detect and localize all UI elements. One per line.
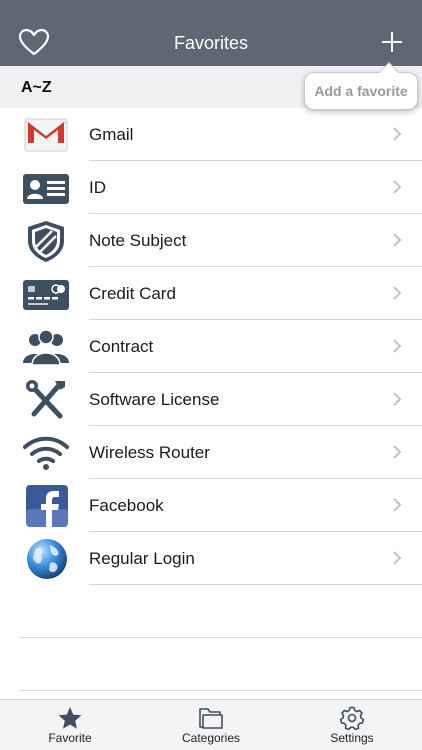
tooltip-text: Add a favorite — [314, 83, 408, 99]
list-item-wireless-router[interactable]: Wireless Router — [0, 426, 422, 479]
chevron-right-icon — [392, 497, 402, 513]
navigation-bar: Favorites — [0, 0, 422, 66]
section-label: A~Z — [21, 79, 52, 96]
tab-label: Settings — [330, 731, 374, 745]
empty-row-divider — [20, 690, 422, 691]
people-icon — [22, 325, 70, 369]
list-item-label: Contract — [89, 337, 154, 356]
id-card-icon — [22, 166, 70, 210]
wifi-icon — [22, 431, 70, 475]
tab-favorite[interactable]: Favorite — [0, 700, 140, 750]
tab-label: Categories — [181, 731, 241, 745]
list-item-label: Regular Login — [89, 549, 195, 568]
shield-icon — [22, 219, 70, 263]
chevron-right-icon — [392, 338, 402, 354]
list-item-label: Wireless Router — [89, 443, 210, 462]
plus-icon[interactable] — [378, 28, 406, 56]
list-item-id[interactable]: ID — [0, 161, 422, 214]
list-item-label: ID — [89, 178, 106, 197]
list-item-gmail[interactable]: Gmail — [0, 108, 422, 161]
list-item-label: Facebook — [89, 496, 164, 515]
list-item-software-license[interactable]: Software License — [0, 373, 422, 426]
chevron-right-icon — [392, 391, 402, 407]
gmail-icon — [22, 113, 70, 157]
tab-categories[interactable]: Categories — [141, 700, 281, 750]
row-divider — [89, 584, 422, 585]
favorites-list: Gmail ID Note Subject Credit Card Contra… — [0, 108, 422, 585]
globe-icon — [22, 537, 70, 581]
chevron-right-icon — [392, 444, 402, 460]
tools-icon — [22, 378, 70, 422]
folder-icon — [199, 708, 223, 729]
chevron-right-icon — [392, 232, 402, 248]
list-item-note-subject[interactable]: Note Subject — [0, 214, 422, 267]
list-item-label: Software License — [89, 390, 220, 409]
tab-settings[interactable]: Settings — [282, 700, 422, 750]
list-item-facebook[interactable]: Facebook — [0, 479, 422, 532]
list-item-contract[interactable]: Contract — [0, 320, 422, 373]
gear-icon — [339, 706, 365, 730]
page-title: Favorites — [173, 33, 249, 53]
star-icon — [58, 707, 82, 729]
list-item-label: Gmail — [89, 125, 134, 144]
facebook-icon — [22, 484, 70, 528]
tab-bar: Favorite Categories Settings — [0, 699, 422, 750]
list-item-label: Note Subject — [89, 231, 187, 250]
list-item-credit-card[interactable]: Credit Card — [0, 267, 422, 320]
chevron-right-icon — [392, 550, 402, 566]
tab-label: Favorite — [48, 731, 92, 745]
add-favorite-tooltip: Add a favorite — [304, 62, 418, 110]
list-item-label: Credit Card — [89, 284, 176, 303]
list-item-regular-login[interactable]: Regular Login — [0, 532, 422, 585]
chevron-right-icon — [392, 126, 402, 142]
empty-row-divider — [20, 637, 422, 638]
chevron-right-icon — [392, 285, 402, 301]
chevron-right-icon — [392, 179, 402, 195]
credit-card-icon — [22, 272, 70, 316]
